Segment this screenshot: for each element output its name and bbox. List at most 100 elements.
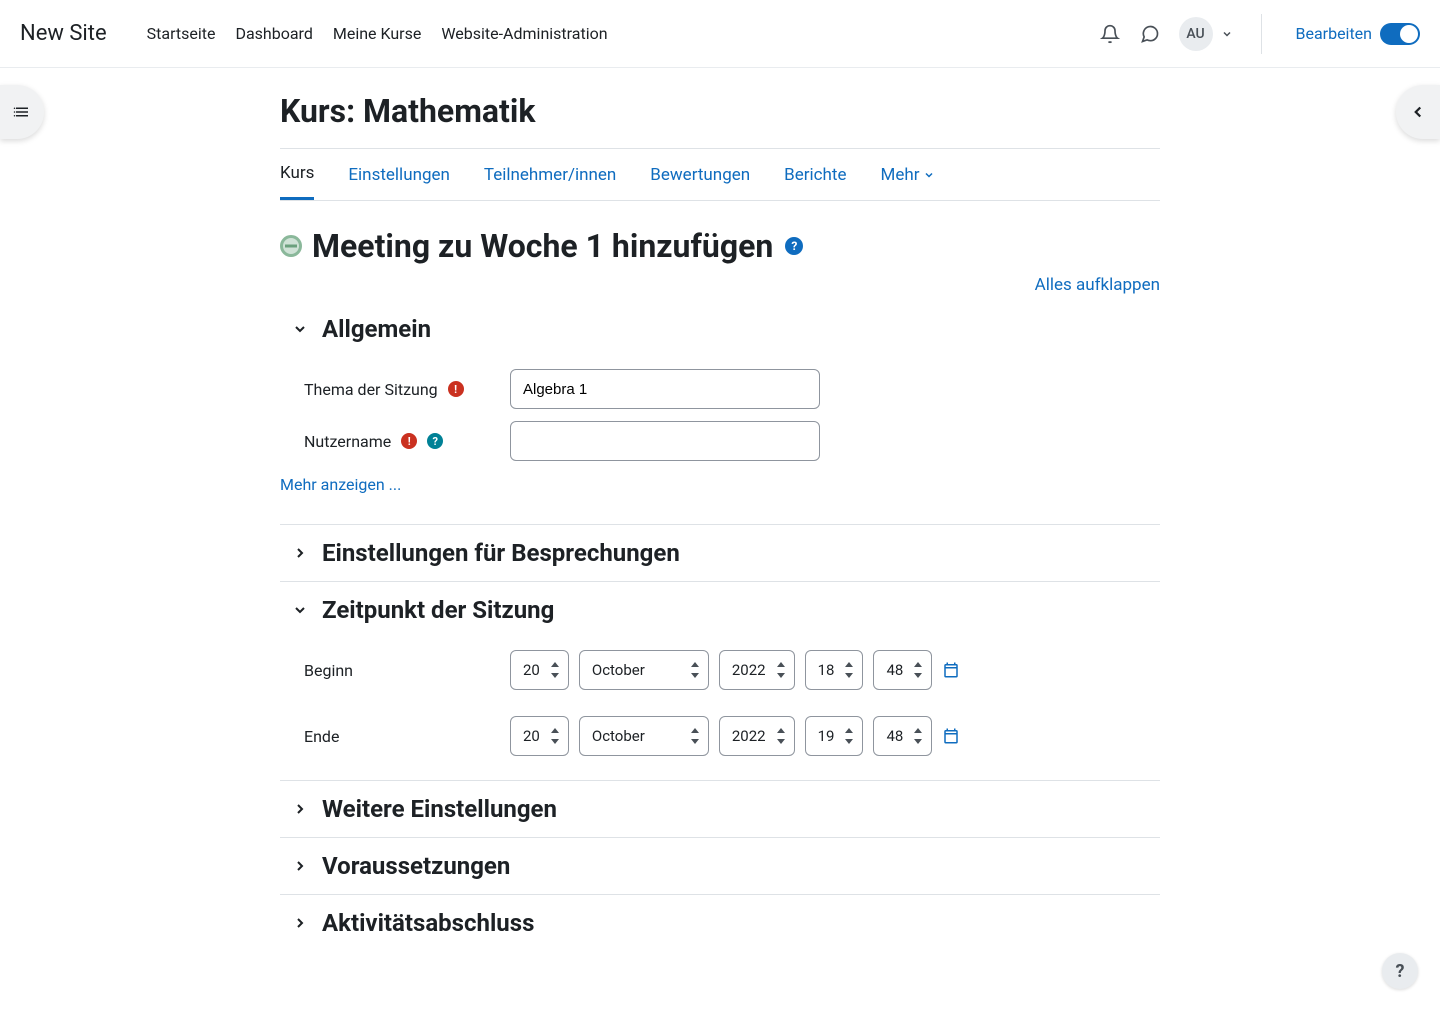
chevron-right-icon — [292, 801, 308, 817]
nav-home[interactable]: Startseite — [147, 24, 216, 43]
sort-icon — [550, 728, 560, 744]
expand-all-link[interactable]: Alles aufklappen — [1035, 275, 1160, 295]
section-completion-toggle[interactable]: Aktivitätsabschluss — [280, 895, 1160, 951]
start-min-select[interactable]: 48 — [873, 650, 932, 690]
field-username: Nutzername ! ? — [280, 415, 1160, 467]
required-icon: ! — [401, 433, 417, 449]
section-session-time: Zeitpunkt der Sitzung Beginn 20 October — [280, 582, 1160, 781]
main-content: Kurs: Mathematik Kurs Einstellungen Teil… — [270, 92, 1170, 991]
end-month-select[interactable]: October — [579, 716, 709, 756]
username-input[interactable] — [510, 421, 820, 461]
chevron-right-icon — [292, 545, 308, 561]
edit-mode-label: Bearbeiten — [1296, 24, 1373, 43]
drawer-toggle-left[interactable] — [0, 85, 44, 139]
site-brand[interactable]: New Site — [20, 21, 107, 46]
activity-heading-text: Meeting zu Woche 1 hinzufügen — [312, 227, 773, 265]
course-tabs: Kurs Einstellungen Teilnehmer/innen Bewe… — [280, 148, 1160, 201]
section-meeting-settings: Einstellungen für Besprechungen — [280, 525, 1160, 582]
toggle-switch-icon[interactable] — [1380, 23, 1420, 45]
expand-all: Alles aufklappen — [280, 275, 1160, 295]
section-more-settings-toggle[interactable]: Weitere Einstellungen — [280, 781, 1160, 837]
chat-icon[interactable] — [1139, 23, 1161, 45]
top-navbar: New Site Startseite Dashboard Meine Kurs… — [0, 0, 1440, 68]
tab-course[interactable]: Kurs — [280, 163, 314, 200]
required-icon: ! — [448, 381, 464, 397]
field-start-label: Beginn — [304, 661, 353, 680]
start-min-value: 48 — [886, 661, 903, 679]
tab-participants[interactable]: Teilnehmer/innen — [484, 163, 616, 200]
section-restrictions-title: Voraussetzungen — [322, 852, 510, 880]
footer-help-button[interactable]: ? — [1382, 953, 1418, 989]
field-topic: Thema der Sitzung ! — [280, 363, 1160, 415]
field-username-label: Nutzername — [304, 432, 391, 451]
bell-icon[interactable] — [1099, 23, 1121, 45]
edit-mode-toggle[interactable]: Bearbeiten — [1296, 23, 1421, 45]
end-min-value: 48 — [886, 727, 903, 745]
chevron-down-icon — [1221, 28, 1233, 40]
chevron-right-icon — [292, 858, 308, 874]
topic-input[interactable] — [510, 369, 820, 409]
end-min-select[interactable]: 48 — [873, 716, 932, 756]
tab-more-label: Mehr — [880, 165, 919, 185]
topbar-right: AU Bearbeiten — [1099, 14, 1421, 54]
end-year-select[interactable]: 2022 — [719, 716, 795, 756]
section-more-settings: Weitere Einstellungen — [280, 781, 1160, 838]
end-hour-select[interactable]: 19 — [805, 716, 864, 756]
tab-more[interactable]: Mehr — [880, 163, 935, 200]
field-end-label: Ende — [304, 727, 339, 746]
meeting-activity-icon — [280, 235, 302, 257]
tab-grades[interactable]: Bewertungen — [650, 163, 750, 200]
end-hour-value: 19 — [818, 727, 835, 745]
section-general: Allgemein Thema der Sitzung ! Nutzername… — [280, 301, 1160, 525]
primary-nav: Startseite Dashboard Meine Kurse Website… — [147, 24, 608, 43]
start-month-value: October — [592, 661, 645, 679]
page-title: Kurs: Mathematik — [280, 92, 1160, 130]
activity-heading: Meeting zu Woche 1 hinzufügen ? — [280, 227, 1160, 265]
user-menu[interactable]: AU — [1179, 17, 1233, 51]
start-month-select[interactable]: October — [579, 650, 709, 690]
tab-reports[interactable]: Berichte — [784, 163, 846, 200]
start-day-value: 20 — [523, 661, 540, 679]
drawer-toggle-right[interactable] — [1396, 85, 1440, 139]
help-icon[interactable]: ? — [427, 433, 443, 449]
section-completion-title: Aktivitätsabschluss — [322, 909, 534, 937]
chevron-down-icon — [292, 602, 308, 618]
start-year-value: 2022 — [732, 661, 766, 679]
end-day-select[interactable]: 20 — [510, 716, 569, 756]
section-restrictions-toggle[interactable]: Voraussetzungen — [280, 838, 1160, 894]
sort-icon — [844, 728, 854, 744]
nav-mycourses[interactable]: Meine Kurse — [333, 24, 421, 43]
start-hour-value: 18 — [818, 661, 835, 679]
calendar-icon[interactable] — [942, 727, 960, 745]
end-day-value: 20 — [523, 727, 540, 745]
end-month-value: October — [592, 727, 645, 745]
sort-icon — [550, 662, 560, 678]
start-day-select[interactable]: 20 — [510, 650, 569, 690]
section-restrictions: Voraussetzungen — [280, 838, 1160, 895]
start-year-select[interactable]: 2022 — [719, 650, 795, 690]
chevron-right-icon — [292, 915, 308, 931]
section-session-time-toggle[interactable]: Zeitpunkt der Sitzung — [280, 582, 1160, 638]
section-meeting-settings-toggle[interactable]: Einstellungen für Besprechungen — [280, 525, 1160, 581]
tab-settings[interactable]: Einstellungen — [348, 163, 450, 200]
section-more-settings-title: Weitere Einstellungen — [322, 795, 557, 823]
sort-icon — [690, 662, 700, 678]
calendar-icon[interactable] — [942, 661, 960, 679]
field-end: Ende 20 October 2022 — [280, 710, 1160, 762]
sort-icon — [776, 728, 786, 744]
nav-admin[interactable]: Website-Administration — [441, 24, 607, 43]
sort-icon — [913, 662, 923, 678]
field-start: Beginn 20 October 2022 — [280, 644, 1160, 696]
sort-icon — [844, 662, 854, 678]
section-session-time-title: Zeitpunkt der Sitzung — [322, 596, 554, 624]
show-more-link[interactable]: Mehr anzeigen ... — [280, 475, 401, 494]
help-icon[interactable]: ? — [785, 237, 803, 255]
nav-dashboard[interactable]: Dashboard — [235, 24, 312, 43]
section-general-toggle[interactable]: Allgemein — [280, 301, 1160, 357]
chevron-down-icon — [923, 169, 935, 181]
section-completion: Aktivitätsabschluss — [280, 895, 1160, 951]
end-year-value: 2022 — [732, 727, 766, 745]
separator — [1261, 14, 1262, 54]
start-hour-select[interactable]: 18 — [805, 650, 864, 690]
sort-icon — [776, 662, 786, 678]
